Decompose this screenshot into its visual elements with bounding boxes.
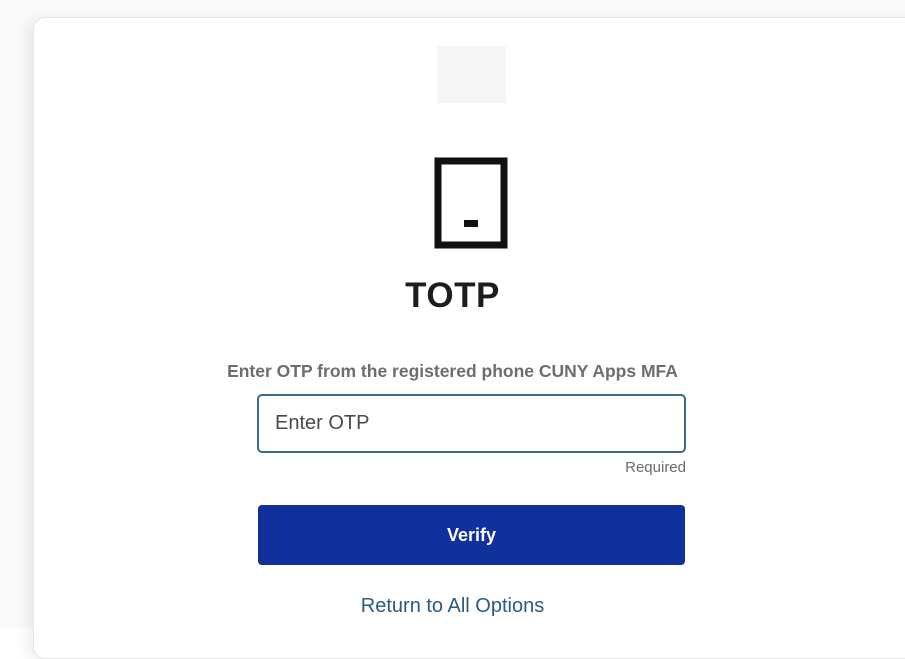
otp-instruction: Enter OTP from the registered phone CUNY… [227,361,678,381]
page-title: TOTP [405,276,500,315]
phone-icon [434,157,508,249]
return-to-all-options-link[interactable]: Return to All Options [0,595,905,618]
required-label: Required [625,459,686,476]
logo-image [437,46,506,103]
verify-button[interactable]: Verify [258,505,685,565]
otp-input[interactable] [257,394,686,453]
